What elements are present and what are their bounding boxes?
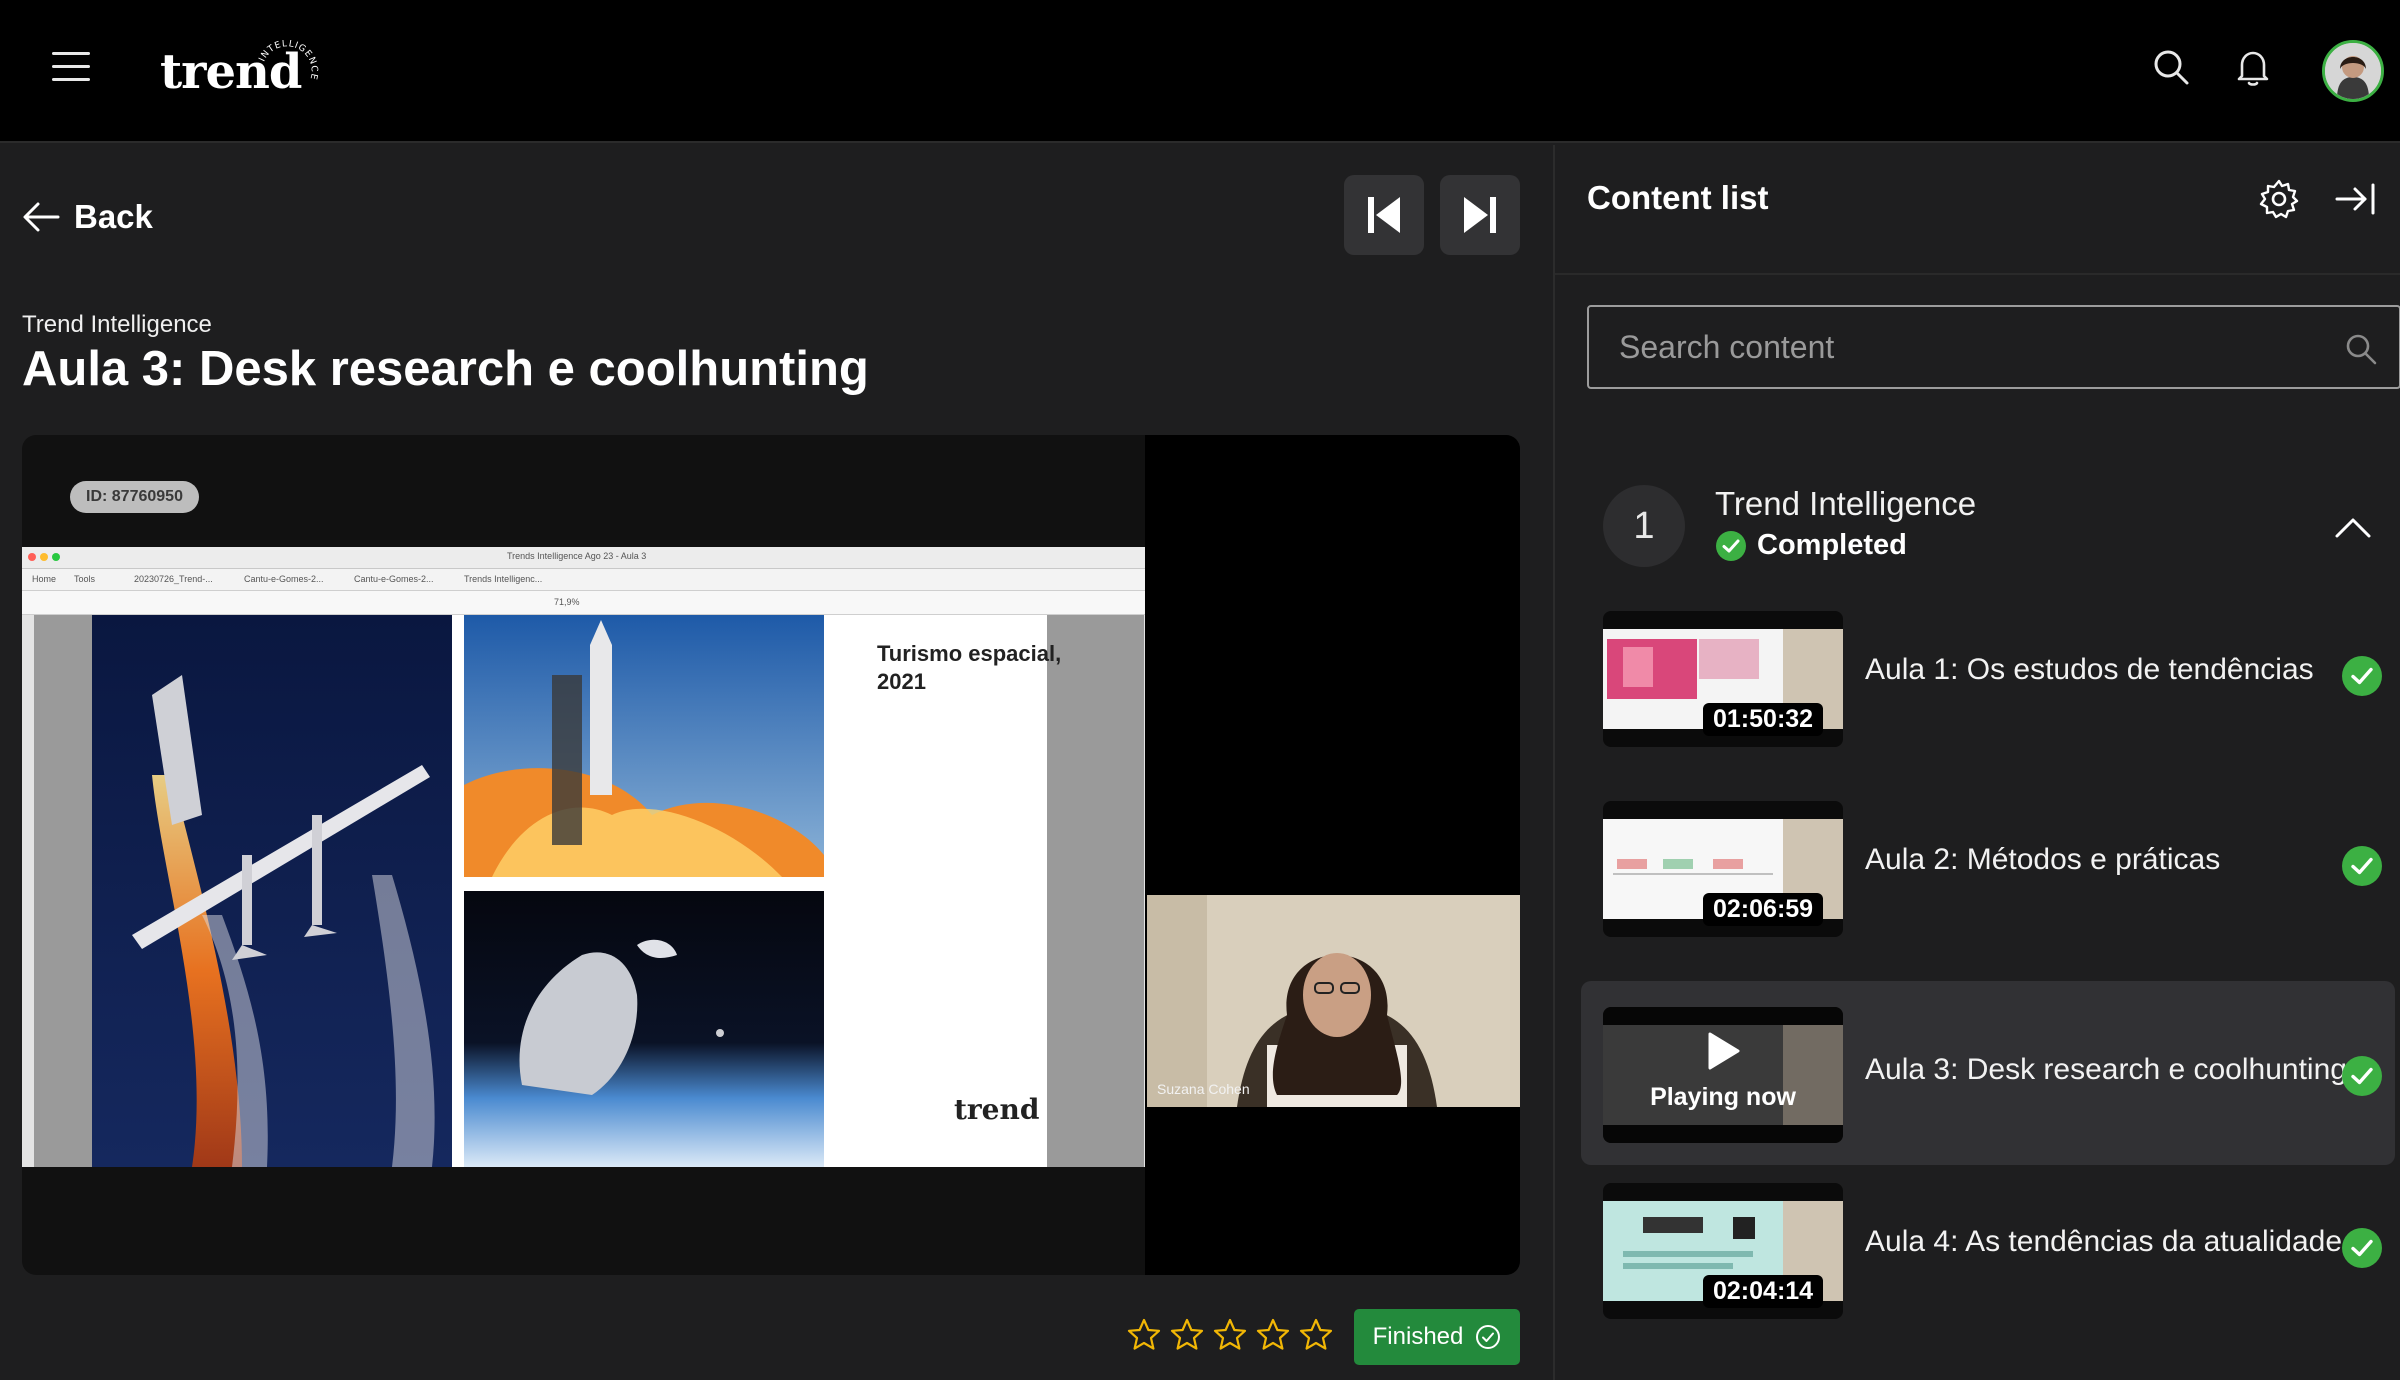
star-icon[interactable] <box>1298 1317 1334 1353</box>
next-lesson-button[interactable] <box>1440 175 1520 255</box>
content-list-header: Content list <box>1555 145 2400 275</box>
presenter-name: Suzana Cohen <box>1157 1081 1250 1097</box>
module-status-label: Completed <box>1757 529 1907 561</box>
check-circle-icon <box>1716 530 1746 561</box>
avatar-photo <box>2325 43 2381 99</box>
pdf-tab: Tools <box>74 574 96 584</box>
content-list-title: Content list <box>1587 179 1769 216</box>
search-icon[interactable] <box>2343 331 2379 367</box>
menu-icon[interactable] <box>52 50 94 84</box>
gear-icon[interactable] <box>2257 177 2301 221</box>
pdf-window-titlebar: Trends Intelligence Ago 23 - Aula 3 <box>22 547 1145 569</box>
lesson-title: Aula 1: Os estudos de tendências <box>1865 653 2314 686</box>
rating-stars[interactable] <box>1126 1317 1334 1353</box>
pdf-tab: Trends Intelligenc... <box>464 574 543 584</box>
pdf-window-title: Trends Intelligence Ago 23 - Aula 3 <box>507 551 647 561</box>
lesson-item[interactable]: 02:04:14 Aula 4: As tendências da atuali… <box>1581 1157 2395 1341</box>
main-area: Back Trend Intelligence Aula 3: Desk res… <box>0 145 1552 1380</box>
play-icon <box>1708 1032 1740 1070</box>
brand-arc-text: INTELLIGENCE <box>258 40 318 81</box>
star-icon[interactable] <box>1169 1317 1205 1353</box>
skip-next-icon <box>1464 197 1496 233</box>
pdf-tab: 20230726_Trend-... <box>134 574 213 584</box>
brand-arc-icon: INTELLIGENCE <box>258 40 319 81</box>
module-status: Completed <box>1715 529 1907 562</box>
slide-page: Turismo espacial, 2021 trend <box>92 615 1061 1167</box>
search-icon[interactable] <box>2150 46 2192 88</box>
check-circle-icon <box>2342 1056 2382 1096</box>
svg-text:INTELLIGENCE: INTELLIGENCE <box>258 40 319 81</box>
module-number: 1 <box>1603 485 1685 567</box>
back-label: Back <box>74 198 153 235</box>
lesson-title: Aula 4: As tendências da atualidade <box>1865 1225 2343 1258</box>
playing-overlay: Playing now <box>1603 1007 1843 1143</box>
finished-button[interactable]: Finished <box>1354 1309 1520 1365</box>
pdf-app-tabs: Home Tools 20230726_Trend-... Cantu-e-Go… <box>22 569 1145 591</box>
top-bar: trend INTELLIGENCE <box>0 0 2400 143</box>
check-circle-icon <box>2342 656 2382 696</box>
star-icon[interactable] <box>1212 1317 1248 1353</box>
lesson-thumbnail: 02:06:59 <box>1603 801 1843 937</box>
lesson-thumbnail: Playing now <box>1603 1007 1843 1143</box>
avatar[interactable] <box>2322 40 2384 102</box>
search-content-field[interactable] <box>1587 305 2400 389</box>
arrow-left-icon <box>23 202 60 232</box>
star-icon[interactable] <box>1126 1317 1162 1353</box>
pdf-tab: Cantu-e-Gomes-2... <box>244 574 324 584</box>
skip-previous-icon <box>1368 197 1400 233</box>
slide-logo: trend <box>954 1093 1040 1126</box>
check-circle-icon <box>2342 1228 2382 1268</box>
pdf-tab: Cantu-e-Gomes-2... <box>354 574 434 584</box>
slide-images <box>92 615 824 1167</box>
video-id-badge: ID: 87760950 <box>70 481 199 513</box>
bell-icon[interactable] <box>2232 46 2274 88</box>
search-content-input[interactable] <box>1619 307 2319 387</box>
previous-lesson-button[interactable] <box>1344 175 1424 255</box>
star-icon[interactable] <box>1255 1317 1291 1353</box>
lesson-item[interactable]: 01:50:32 Aula 1: Os estudos de tendência… <box>1581 585 2395 769</box>
page-title: Aula 3: Desk research e coolhunting <box>22 342 869 396</box>
chevron-up-icon[interactable] <box>2331 509 2375 545</box>
course-name: Trend Intelligence <box>22 311 212 338</box>
presenter-video <box>1147 895 1520 1107</box>
lesson-item[interactable]: 02:06:59 Aula 2: Métodos e práticas <box>1581 775 2395 959</box>
finished-label: Finished <box>1372 1323 1464 1350</box>
lesson-title: Aula 2: Métodos e práticas <box>1865 843 2221 876</box>
pdf-tab: Home <box>32 574 57 584</box>
pdf-toolbar: 71,9% <box>22 591 1145 615</box>
module-title: Trend Intelligence <box>1715 485 1977 522</box>
lesson-thumbnail: 02:04:14 <box>1603 1183 1843 1319</box>
video-player[interactable]: ID: 87760950 Trends Intelligence Ago 23 … <box>22 435 1520 1275</box>
minimize-dot-icon <box>40 553 48 561</box>
lesson-duration: 02:06:59 <box>1703 893 1824 926</box>
playing-now-label: Playing now <box>1650 1083 1796 1111</box>
lesson-thumbnail: 01:50:32 <box>1603 611 1843 747</box>
content-list-panel: Content list 1 Trend Intelligence Comple… <box>1553 145 2400 1380</box>
close-dot-icon <box>28 553 36 561</box>
shared-screen: Trends Intelligence Ago 23 - Aula 3 Home… <box>22 547 1145 1167</box>
lesson-duration: 02:04:14 <box>1703 1275 1824 1308</box>
module-header[interactable]: 1 Trend Intelligence Completed <box>1555 485 2400 575</box>
lesson-title: Aula 3: Desk research e coolhunting <box>1865 1053 2347 1086</box>
lesson-duration: 01:50:32 <box>1703 703 1824 736</box>
collapse-panel-icon[interactable] <box>2333 177 2377 221</box>
video-letterbox <box>1145 435 1520 1275</box>
check-circle-icon <box>2342 846 2382 886</box>
check-circle-icon <box>1476 1325 1501 1349</box>
lesson-item-active[interactable]: Playing now Aula 3: Desk research e cool… <box>1581 981 2395 1165</box>
pdf-viewer: Turismo espacial, 2021 trend <box>34 615 1144 1167</box>
back-button[interactable]: Back <box>22 195 153 239</box>
maximize-dot-icon <box>52 553 60 561</box>
pdf-zoom-level: 71,9% <box>554 597 580 607</box>
slide-title: Turismo espacial, 2021 <box>877 641 1062 694</box>
presenter-webcam: Suzana Cohen <box>1147 895 1520 1107</box>
